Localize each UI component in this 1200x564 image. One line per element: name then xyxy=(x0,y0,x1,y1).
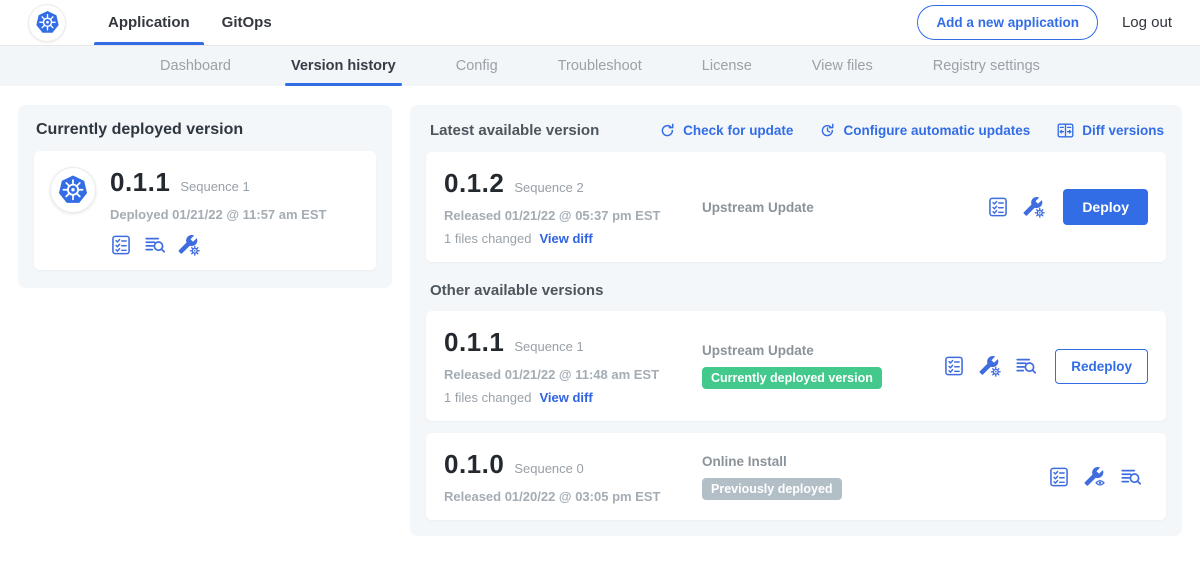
version-card-0-1-1: 0.1.1 Sequence 1 Released 01/21/22 @ 11:… xyxy=(426,311,1166,421)
schedule-update-icon xyxy=(819,122,836,139)
check-for-update-label: Check for update xyxy=(683,123,793,138)
topbar: Application GitOps Add a new application… xyxy=(0,0,1200,46)
tab-application-label: Application xyxy=(108,14,190,31)
app-icon xyxy=(50,167,96,213)
add-application-button[interactable]: Add a new application xyxy=(917,5,1098,40)
currently-deployed-badge: Currently deployed version xyxy=(702,367,882,389)
subnav-config[interactable]: Config xyxy=(454,46,500,86)
view-diff-link[interactable]: View diff xyxy=(539,231,592,246)
top-tabs: Application GitOps xyxy=(92,0,288,45)
tab-gitops-label: GitOps xyxy=(222,14,272,31)
subnav-dashboard[interactable]: Dashboard xyxy=(158,46,233,86)
version-card-0-1-0: 0.1.0 Sequence 0 Released 01/20/22 @ 03:… xyxy=(426,433,1166,520)
version-sequence: Sequence 2 xyxy=(514,180,583,195)
version-card-0-1-2: 0.1.2 Sequence 2 Released 01/21/22 @ 05:… xyxy=(426,152,1166,262)
edit-config-icon[interactable] xyxy=(979,355,1001,377)
deployed-timestamp: Deployed 01/21/22 @ 11:57 am EST xyxy=(110,207,326,222)
tab-application[interactable]: Application xyxy=(92,0,206,45)
preflight-checks-icon[interactable] xyxy=(1048,466,1070,488)
deploy-button[interactable]: Deploy xyxy=(1063,189,1148,225)
view-diff-link[interactable]: View diff xyxy=(539,390,592,405)
configure-automatic-updates-link[interactable]: Configure automatic updates xyxy=(819,121,1030,140)
diff-versions-link[interactable]: Diff versions xyxy=(1056,121,1164,140)
version-source: Upstream Update xyxy=(702,200,987,215)
deployed-sequence: Sequence 1 xyxy=(180,179,249,194)
currently-deployed-panel: Currently deployed version 0.1.1 Sequenc… xyxy=(18,105,392,288)
previously-deployed-badge: Previously deployed xyxy=(702,478,842,500)
deployed-version-number: 0.1.1 xyxy=(110,167,170,198)
preflight-checks-icon[interactable] xyxy=(943,355,965,377)
app-subnav: Dashboard Version history Config Trouble… xyxy=(0,46,1200,86)
version-number: 0.1.0 xyxy=(444,449,504,480)
redeploy-button[interactable]: Redeploy xyxy=(1055,349,1148,384)
refresh-icon xyxy=(659,122,676,139)
currently-deployed-card: 0.1.1 Sequence 1 Deployed 01/21/22 @ 11:… xyxy=(34,151,376,270)
files-changed: 1 files changed xyxy=(444,231,531,246)
main-content: Currently deployed version 0.1.1 Sequenc… xyxy=(0,86,1200,536)
version-released: Released 01/21/22 @ 05:37 pm EST xyxy=(444,208,702,223)
subnav-registry-settings[interactable]: Registry settings xyxy=(931,46,1042,86)
subnav-view-files[interactable]: View files xyxy=(810,46,875,86)
preflight-checks-icon[interactable] xyxy=(987,196,1009,218)
diff-versions-label: Diff versions xyxy=(1082,123,1164,138)
topbar-right: Add a new application Log out xyxy=(917,0,1172,45)
edit-config-icon[interactable] xyxy=(178,234,200,256)
files-changed: 1 files changed xyxy=(444,390,531,405)
view-deploy-logs-icon[interactable] xyxy=(144,234,166,256)
subnav-license[interactable]: License xyxy=(700,46,754,86)
logout-link[interactable]: Log out xyxy=(1122,14,1172,31)
view-config-icon[interactable] xyxy=(1084,466,1106,488)
version-released: Released 01/21/22 @ 11:48 am EST xyxy=(444,367,702,382)
preflight-checks-icon[interactable] xyxy=(110,234,132,256)
currently-deployed-title: Currently deployed version xyxy=(34,119,376,139)
version-released: Released 01/20/22 @ 03:05 pm EST xyxy=(444,489,702,504)
subnav-version-history[interactable]: Version history xyxy=(289,46,398,86)
other-versions-title: Other available versions xyxy=(430,282,1166,299)
subnav-troubleshoot[interactable]: Troubleshoot xyxy=(556,46,644,86)
versions-panel: Latest available version Check for updat… xyxy=(410,105,1182,536)
version-source: Upstream Update xyxy=(702,343,943,358)
version-source: Online Install xyxy=(702,454,1048,469)
configure-automatic-updates-label: Configure automatic updates xyxy=(843,123,1030,138)
view-deploy-logs-icon[interactable] xyxy=(1120,466,1142,488)
version-number: 0.1.1 xyxy=(444,327,504,358)
version-sequence: Sequence 1 xyxy=(514,339,583,354)
version-sequence: Sequence 0 xyxy=(514,461,583,476)
latest-version-title: Latest available version xyxy=(430,122,599,139)
tab-gitops[interactable]: GitOps xyxy=(206,0,288,45)
edit-config-icon[interactable] xyxy=(1023,196,1045,218)
kubernetes-logo-icon[interactable] xyxy=(28,4,66,42)
version-number: 0.1.2 xyxy=(444,168,504,199)
check-for-update-link[interactable]: Check for update xyxy=(659,121,793,140)
diff-icon xyxy=(1056,121,1075,140)
view-deploy-logs-icon[interactable] xyxy=(1015,355,1037,377)
